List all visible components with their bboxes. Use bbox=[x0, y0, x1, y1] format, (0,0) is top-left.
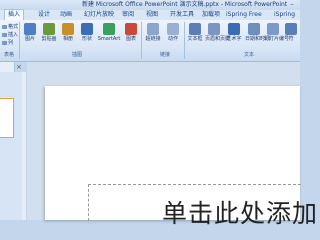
tab-ispring[interactable]: iSpring bbox=[274, 10, 295, 20]
album-icon bbox=[62, 23, 74, 35]
wordart-button[interactable]: 艺术字 bbox=[225, 22, 243, 50]
picture-button[interactable]: 图片 bbox=[21, 22, 39, 50]
chart-button[interactable]: 图表 bbox=[122, 22, 140, 50]
tab-addins[interactable]: 加载项 bbox=[202, 10, 220, 20]
tab-insert[interactable]: 插入 bbox=[4, 9, 25, 20]
title-bar: 新建 Microsoft Office PowerPoint 演示文稿.pptx… bbox=[0, 0, 300, 10]
minimize-button[interactable]: – bbox=[288, 0, 296, 8]
tab-view[interactable]: 视图 bbox=[146, 10, 158, 20]
tab-ispring-free[interactable]: iSpring Free bbox=[226, 10, 262, 20]
scrollbar[interactable] bbox=[22, 72, 26, 220]
smartart-icon bbox=[103, 23, 115, 35]
clipart-icon bbox=[43, 23, 55, 35]
action-button[interactable]: 动作 bbox=[164, 22, 182, 50]
ribbon-small-insert[interactable]: 插入 bbox=[2, 31, 18, 38]
symbol-button[interactable]: 符 bbox=[283, 22, 299, 50]
shapes-button[interactable]: 形状 bbox=[78, 22, 96, 50]
slide-thumbnail[interactable] bbox=[0, 98, 14, 138]
group-separator bbox=[19, 22, 20, 59]
wordart-icon bbox=[228, 23, 240, 35]
tab-developer[interactable]: 开发工具 bbox=[170, 10, 194, 20]
datetime-icon bbox=[248, 23, 260, 35]
tab-review[interactable]: 审阅 bbox=[122, 10, 134, 20]
action-icon bbox=[167, 23, 179, 35]
hyperlink-button[interactable]: 超链接 bbox=[144, 22, 162, 50]
shapes-icon bbox=[81, 23, 93, 35]
textbox-icon bbox=[189, 23, 201, 35]
textbox-button[interactable]: 文本框 bbox=[186, 22, 204, 50]
group-label-text: 文本 bbox=[244, 52, 255, 58]
ribbon-small-col[interactable]: 列 bbox=[2, 39, 13, 46]
slides-pane-tab[interactable] bbox=[0, 62, 15, 72]
window-title: 新建 Microsoft Office PowerPoint 演示文稿.pptx… bbox=[82, 1, 288, 8]
smartart-button[interactable]: SmartArt bbox=[97, 22, 121, 50]
chart-icon bbox=[125, 23, 137, 35]
tab-slideshow[interactable]: 幻灯片放映 bbox=[84, 10, 114, 20]
ribbon-small-format[interactable]: 格式 bbox=[2, 23, 18, 30]
tab-design[interactable]: 设计 bbox=[38, 10, 50, 20]
slides-pane bbox=[0, 72, 23, 220]
close-icon[interactable]: × bbox=[14, 62, 24, 72]
group-label-table: 表格 bbox=[4, 52, 15, 58]
datetime-button[interactable]: 日期和时间 bbox=[245, 22, 270, 50]
group-separator bbox=[184, 22, 185, 59]
tab-animations[interactable]: 动画 bbox=[60, 10, 72, 20]
group-label-illustrations: 插图 bbox=[72, 52, 83, 58]
clipart-button[interactable]: 剪贴画 bbox=[40, 22, 58, 50]
group-label-links: 链接 bbox=[160, 52, 171, 58]
group-separator bbox=[141, 22, 142, 59]
symbol-icon bbox=[285, 23, 297, 35]
slide-number-icon bbox=[267, 23, 279, 35]
placeholder-text[interactable]: 单击此处添加 bbox=[162, 194, 318, 230]
album-button[interactable]: 相册 bbox=[59, 22, 77, 50]
header-footer-icon bbox=[208, 23, 220, 35]
picture-icon bbox=[24, 23, 36, 35]
header-footer-button[interactable]: 页眉和页脚 bbox=[205, 22, 230, 50]
hyperlink-icon bbox=[147, 23, 159, 35]
slide-number-button[interactable]: 幻灯片编号 bbox=[264, 22, 289, 50]
